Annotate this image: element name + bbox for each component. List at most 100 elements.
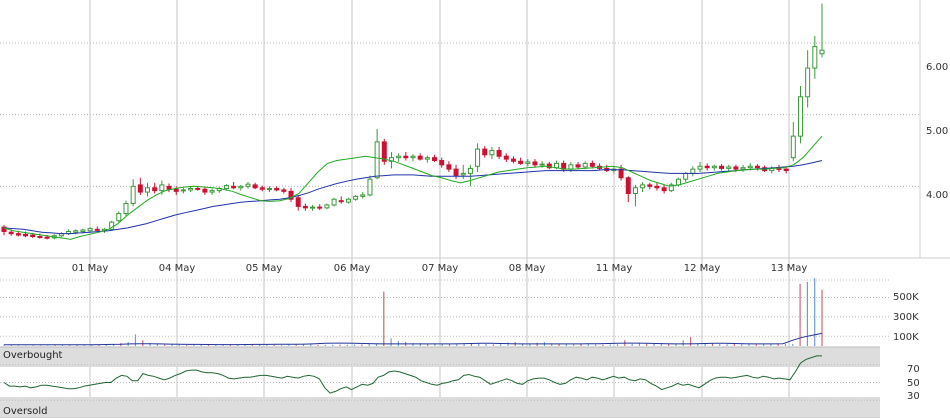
candle-body-down: [661, 187, 667, 192]
candle-body-down: [94, 228, 100, 231]
candle-body-down: [432, 157, 438, 162]
candle-body-up: [367, 178, 373, 196]
candle-body-down: [252, 184, 258, 189]
candle-body-up: [374, 141, 380, 179]
candle-body-up: [747, 165, 753, 169]
ma-short-line: [3, 135, 823, 240]
candle-body-up: [331, 198, 337, 206]
candle-body-up: [188, 187, 194, 191]
candle-body-down: [231, 185, 237, 189]
candle-body-up: [640, 184, 646, 189]
candle-body-up: [180, 189, 186, 192]
rsi-tick-label: 50: [907, 378, 920, 389]
candle-body-down: [446, 164, 452, 170]
candle-body-down: [783, 168, 789, 172]
candle-body-down: [302, 205, 308, 209]
candle-body-up: [740, 167, 746, 170]
candle-body-down: [281, 189, 287, 192]
candle-body-down: [23, 233, 29, 237]
candle-body-down: [482, 148, 488, 156]
x-tick-label: 04 May: [159, 263, 196, 274]
x-tick-label: 06 May: [334, 263, 371, 274]
candle-body-up: [73, 230, 79, 233]
candle-body-up: [345, 198, 351, 203]
x-tick-label: 01 May: [72, 263, 109, 274]
y-tick-label: 5.00: [926, 126, 948, 137]
candle-body-up: [697, 165, 703, 170]
candle-body-down: [37, 236, 43, 238]
x-tick-label: 11 May: [596, 263, 633, 274]
x-axis: 01 May 04 May 05 May 06 May 07 May 08 Ma…: [0, 257, 950, 274]
candle-body-up: [690, 168, 696, 174]
candle-body-down: [202, 188, 208, 193]
candle-body-up: [223, 185, 229, 189]
candle-body-up: [683, 172, 689, 180]
overbought-band: [0, 347, 880, 367]
candle-body-down: [510, 158, 516, 162]
x-tick-label: 05 May: [246, 263, 283, 274]
candle-body-down: [518, 160, 524, 164]
rsi-tick-label: 30: [907, 391, 920, 402]
candle-body-down: [503, 155, 509, 160]
candle-body-up: [324, 204, 330, 209]
stock-chart: 4.00 5.00 6.00 01 May 04 May 05 May 06 M…: [0, 0, 950, 418]
volume-panel: 500K 300K 100K: [0, 278, 919, 346]
candle-body-up: [790, 135, 796, 159]
candle-body-up: [159, 184, 165, 192]
candle-body-up: [805, 67, 811, 98]
candle-body-up: [554, 162, 560, 169]
candle-body-up: [726, 166, 732, 169]
candle-body-down: [754, 165, 760, 169]
price-candles: [1, 3, 825, 240]
volume-tick-label: 300K: [893, 312, 919, 323]
candle-body-up: [238, 185, 244, 189]
candle-body-up: [80, 229, 86, 232]
candle-body-down: [317, 206, 323, 209]
candle-body-up: [245, 183, 251, 187]
candle-body-down: [532, 161, 538, 166]
candle-body-down: [618, 168, 624, 179]
candle-body-down: [152, 187, 158, 192]
candle-body-up: [568, 164, 574, 170]
candle-body-up: [632, 187, 638, 194]
candle-body-up: [266, 187, 272, 190]
candle-body-up: [310, 206, 316, 209]
rsi-panel: Overbought Oversold 70 50 30: [0, 346, 920, 418]
overbought-label: Overbought: [3, 350, 63, 361]
candle-body-up: [424, 157, 430, 160]
candle-body-down: [654, 185, 660, 189]
candle-body-up: [812, 46, 818, 69]
candle-body-up: [525, 161, 531, 164]
candle-body-down: [8, 231, 14, 235]
candle-body-up: [116, 213, 122, 222]
candle-body-down: [381, 141, 387, 162]
candle-body-down: [259, 187, 265, 190]
candle-body-down: [295, 197, 301, 207]
candle-body-down: [496, 150, 502, 157]
ma-long-line: [3, 160, 823, 235]
volume-tick-label: 100K: [893, 332, 919, 343]
candle-body-down: [274, 187, 280, 191]
candle-body-up: [87, 228, 93, 232]
candle-body-up: [145, 187, 151, 193]
x-tick-label: 12 May: [684, 263, 721, 274]
candle-body-down: [589, 162, 595, 167]
candle-body-down: [137, 184, 143, 193]
candle-body-up: [353, 195, 359, 200]
candle-body-up: [467, 167, 473, 174]
candle-body-down: [733, 166, 739, 170]
candle-body-up: [209, 190, 215, 193]
volume-grid: [0, 279, 890, 337]
candle-body-down: [403, 155, 409, 159]
candle-body-up: [130, 185, 136, 205]
y-tick-label: 6.00: [926, 62, 948, 73]
x-tick-label: 08 May: [509, 263, 546, 274]
candle-body-down: [195, 187, 201, 190]
x-tick-label: 07 May: [422, 263, 459, 274]
candle-body-down: [417, 155, 423, 160]
candle-body-down: [453, 168, 459, 177]
candle-body-down: [704, 165, 710, 169]
candle-body-down: [575, 164, 581, 168]
candle-body-up: [360, 194, 366, 197]
candle-body-up: [396, 155, 402, 159]
